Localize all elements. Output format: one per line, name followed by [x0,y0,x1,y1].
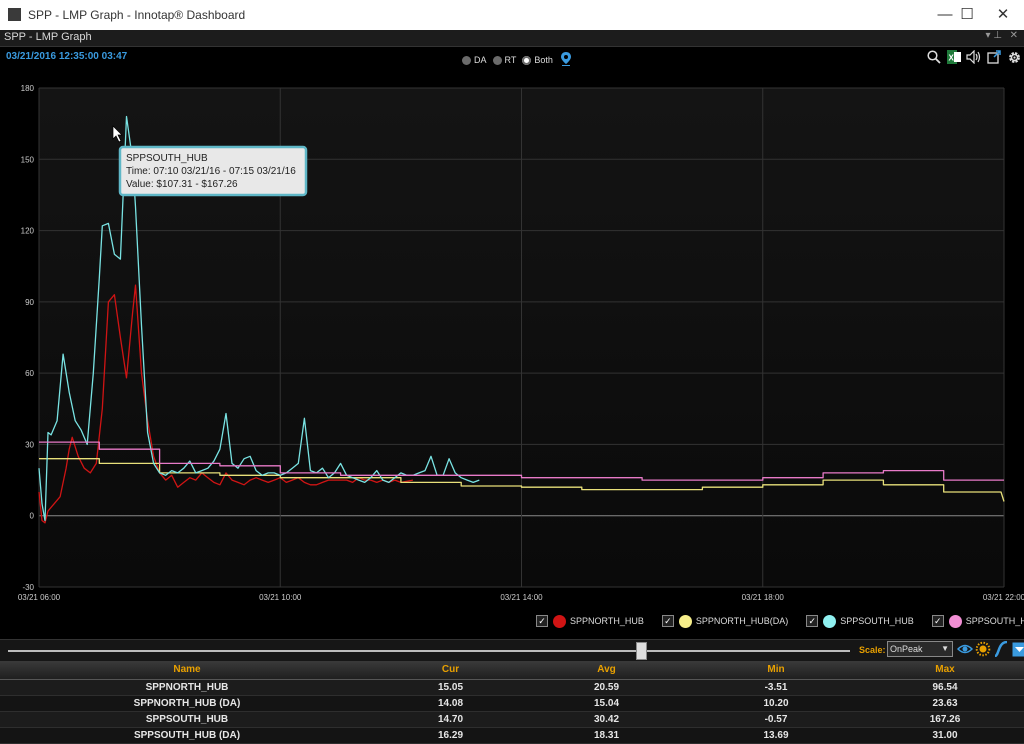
col-header-min[interactable]: Min [686,661,866,679]
time-slider-bar: Scale: OnPeak ▼ [0,639,1024,661]
cell-max: 167.26 [929,714,961,725]
chart-tooltip: SPPSOUTH_HUB Time: 07:10 03/21/16 - 07:1… [118,145,308,197]
cell-name: SPPNORTH_HUB (DA) [133,698,241,709]
svg-text:X: X [949,54,955,63]
popout-icon[interactable] [986,49,1002,65]
table-row[interactable]: SPPSOUTH_HUB (DA) 16.29 18.31 13.69 31.0… [0,728,1024,744]
x-tick-label: 03/21 14:00 [500,593,543,602]
legend-checkbox[interactable]: ✓ [806,615,819,627]
y-tick-label: 120 [21,227,35,236]
panel-pin-button[interactable]: ▾ ⊥ [985,30,1002,41]
legend-color-swatch [678,614,692,628]
x-tick-label: 03/21 10:00 [259,593,302,602]
col-header-avg[interactable]: Avg [527,661,686,679]
window-titlebar: SPP - LMP Graph - Innotap® Dashboard — ☐… [0,0,1024,31]
y-tick-label: 60 [25,369,34,378]
cell-min: -3.51 [764,682,788,693]
cell-cur: 14.08 [437,698,464,709]
chart-legend: ✓ SPPNORTH_HUB ✓ SPPNORTH_HUB(DA) ✓ SPPS… [536,613,1024,629]
y-tick-label: 30 [25,440,34,449]
x-tick-label: 03/21 06:00 [18,593,61,602]
sound-icon[interactable] [966,49,982,65]
y-tick-label: -30 [22,583,34,592]
cell-avg: 15.04 [593,698,620,709]
legend-item-south-da[interactable]: ✓ SPPSOUTH_HUB(DA) [931,614,1024,628]
col-header-max[interactable]: Max [866,661,1024,679]
y-tick-label: 150 [21,155,35,164]
time-slider-thumb[interactable] [636,642,647,660]
cell-name: SPPNORTH_HUB [145,682,229,693]
cell-min: -0.57 [764,714,788,725]
stats-table-body: SPPNORTH_HUB 15.05 20.59 -3.51 96.54 SPP… [0,680,1024,744]
scale-dropdown[interactable]: OnPeak ▼ [887,641,953,657]
legend-color-swatch [553,614,566,628]
x-tick-label: 03/21 22:00 [983,593,1024,602]
y-tick-label: 180 [21,84,35,93]
col-header-name[interactable]: Name [0,661,374,679]
cell-name: SPPSOUTH_HUB [145,714,229,725]
legend-label: SPPSOUTH_HUB(DA) [965,616,1024,626]
tooltip-time: Time: 07:10 03/21/16 - 07:15 03/21/16 [126,166,296,177]
cell-min: 10.20 [763,698,789,709]
legend-label: SPPNORTH_HUB [570,616,644,626]
mode-rt-label: RT [504,55,517,65]
stats-table: Name Cur Avg Min Max SPPNORTH_HUB 15.05 … [0,661,1024,744]
mode-both-radio[interactable] [522,55,532,65]
chevron-down-icon: ▼ [941,644,949,653]
legend-checkbox[interactable]: ✓ [536,615,548,627]
stats-table-header: Name Cur Avg Min Max [0,661,1024,680]
y-tick-label: 0 [30,512,35,521]
curve-icon[interactable] [993,641,1009,657]
eye-icon[interactable] [957,641,973,657]
legend-color-swatch [823,614,837,628]
x-tick-label: 03/21 18:00 [742,593,785,602]
app-icon [8,8,21,21]
cell-max: 96.54 [932,682,958,693]
sun-icon[interactable] [975,641,991,657]
time-slider-track[interactable] [8,650,850,652]
table-row[interactable]: SPPNORTH_HUB 15.05 20.59 -3.51 96.54 [0,680,1024,696]
legend-item-south[interactable]: ✓ SPPSOUTH_HUB [806,614,914,628]
table-row[interactable]: SPPNORTH_HUB (DA) 14.08 15.04 10.20 23.6… [0,696,1024,712]
mode-selector: DA RT Both [462,52,571,68]
legend-checkbox[interactable]: ✓ [661,615,674,627]
legend-checkbox[interactable]: ✓ [931,615,944,627]
excel-icon[interactable]: X [946,49,962,65]
table-row[interactable]: SPPSOUTH_HUB 14.70 30.42 -0.57 167.26 [0,712,1024,728]
cell-cur: 14.70 [437,714,464,725]
mode-both-label: Both [534,55,553,65]
scale-dropdown-value: OnPeak [890,644,923,654]
window-title: SPP - LMP Graph - Innotap® Dashboard [28,8,246,22]
legend-label: SPPSOUTH_HUB [840,616,914,626]
download-icon[interactable] [1011,641,1024,657]
mode-da-label: DA [474,55,487,65]
gear-icon[interactable] [1006,49,1022,65]
location-pin-icon[interactable] [560,52,571,68]
lmp-line-chart: -30 0 30 60 90 120 150 180 03/21 06:00 03/21 10:0… [18,84,1024,602]
legend-item-north[interactable]: ✓ SPPNORTH_HUB [536,614,644,628]
panel-title: SPP - LMP Graph [4,31,92,43]
mode-da-radio[interactable] [462,55,471,65]
cell-max: 23.63 [932,698,958,709]
panel-header: SPP - LMP Graph ▾ ⊥ ✕ [0,30,1024,47]
legend-item-north-da[interactable]: ✓ SPPNORTH_HUB(DA) [661,614,789,628]
scale-label: Scale: [859,645,886,655]
cell-avg: 20.59 [593,682,620,693]
cell-avg: 30.42 [593,714,620,725]
search-icon[interactable] [926,49,942,65]
timestamp-label: 03/21/2016 12:35:00 03:47 [6,51,128,62]
panel-close-button[interactable]: ✕ [1010,30,1018,41]
chart-toolbar: 03/21/2016 12:35:00 03:47 DA RT Both X [0,47,1024,69]
tooltip-value: Value: $107.31 - $167.26 [126,179,238,190]
close-button[interactable]: ✕ [980,0,1024,30]
legend-color-swatch [948,614,962,628]
tooltip-series: SPPSOUTH_HUB [126,153,208,164]
y-tick-label: 90 [25,298,34,307]
legend-label: SPPNORTH_HUB(DA) [695,616,789,626]
col-header-cur[interactable]: Cur [374,661,527,679]
mode-rt-radio[interactable] [492,55,502,65]
cell-cur: 15.05 [437,682,464,693]
